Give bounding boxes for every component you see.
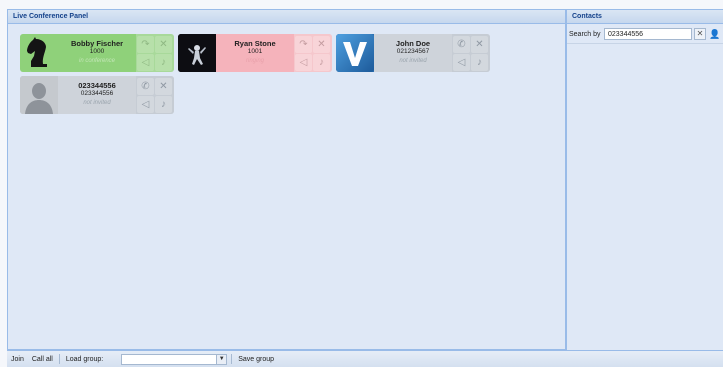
participant-actions: ↷ ✕ ◁ ♪ [294,34,332,72]
hangup-icon[interactable]: ↷ [295,36,312,53]
participant-status: ringing [245,58,264,64]
contact-search-row: Search by ✕ 👤 [567,26,723,42]
panel-title: Live Conference Panel [8,10,565,24]
contacts-panel: Contacts Search by ✕ 👤 [566,9,723,350]
participant-info: Ryan Stone 1001 ringing [216,34,294,72]
mute-icon[interactable]: ◁ [137,96,154,113]
phone-icon[interactable]: ✆ [453,36,470,53]
astronaut-icon [178,34,216,72]
participant-actions: ✆ ✕ ◁ ♪ [136,76,174,114]
call-all-button[interactable]: Call all [28,356,57,363]
participant-card[interactable]: Bobby Fischer 1000 in conference ↷ ✕ ◁ ♪ [20,34,174,72]
silhouette-icon [20,76,58,114]
app-frame: Live Conference Panel Bobby Fischer 1000… [0,0,723,367]
microphone-icon[interactable]: ♪ [155,96,172,113]
mute-icon[interactable]: ◁ [453,54,470,71]
clear-icon[interactable]: ✕ [694,28,706,40]
avatar [178,34,216,72]
participant-status: not invited [83,100,111,106]
contacts-list [567,43,723,351]
load-group-label: Load group: [65,355,104,363]
participant-status: in conference [78,58,116,64]
participant-number: 021234567 [396,48,430,55]
participant-card[interactable]: John Doe 021234567 not invited ✆ ✕ ◁ ♪ [336,34,490,72]
search-input[interactable] [604,28,692,40]
mute-icon[interactable]: ◁ [295,54,312,71]
contacts-title: Contacts [567,10,723,24]
hangup-icon[interactable]: ↷ [137,36,154,53]
load-group-select[interactable] [121,353,218,365]
remove-icon[interactable]: ✕ [155,78,172,95]
phone-icon[interactable]: ✆ [137,78,154,95]
microphone-icon[interactable]: ♪ [155,54,172,71]
live-conference-panel: Live Conference Panel Bobby Fischer 1000… [7,9,566,350]
participant-name: Ryan Stone [234,39,276,48]
participant-number: 1001 [247,48,263,55]
participant-info: John Doe 021234567 not invited [374,34,452,72]
participant-actions: ↷ ✕ ◁ ♪ [136,34,174,72]
remove-icon[interactable]: ✕ [155,36,172,53]
remove-icon[interactable]: ✕ [471,36,488,53]
join-button[interactable]: Join [7,356,28,363]
chevron-down-icon[interactable]: ▼ [217,353,228,365]
participant-name: John Doe [395,39,431,48]
avatar [336,34,374,72]
avatar [20,76,58,114]
chess-knight-icon [27,37,47,67]
participant-card[interactable]: Ryan Stone 1001 ringing ↷ ✕ ◁ ♪ [178,34,332,72]
participant-actions: ✆ ✕ ◁ ♪ [452,34,490,72]
participant-card[interactable]: 023344556 023344556 not invited ✆ ✕ ◁ ♪ [20,76,174,114]
avatar [20,34,58,72]
participant-info: 023344556 023344556 not invited [58,76,136,114]
mute-icon[interactable]: ◁ [137,54,154,71]
participant-number: 1000 [89,48,105,55]
user-icon[interactable]: 👤 [709,28,721,40]
participant-name: 023344556 [78,81,116,90]
participant-name: Bobby Fischer [70,39,124,48]
participant-number: 023344556 [80,90,114,97]
participant-info: Bobby Fischer 1000 in conference [58,34,136,72]
participant-status: not invited [399,58,427,64]
microphone-icon[interactable]: ♪ [471,54,488,71]
search-label: Search by [569,30,601,38]
toolbar-divider [58,354,60,364]
microphone-icon[interactable]: ♪ [313,54,330,71]
v-logo-icon [336,34,374,72]
save-group-button[interactable]: Save group [234,356,278,363]
remove-icon[interactable]: ✕ [313,36,330,53]
toolbar-divider [231,354,233,364]
bottom-toolbar: Join Call all Load group: ▼ Save group [7,350,723,367]
